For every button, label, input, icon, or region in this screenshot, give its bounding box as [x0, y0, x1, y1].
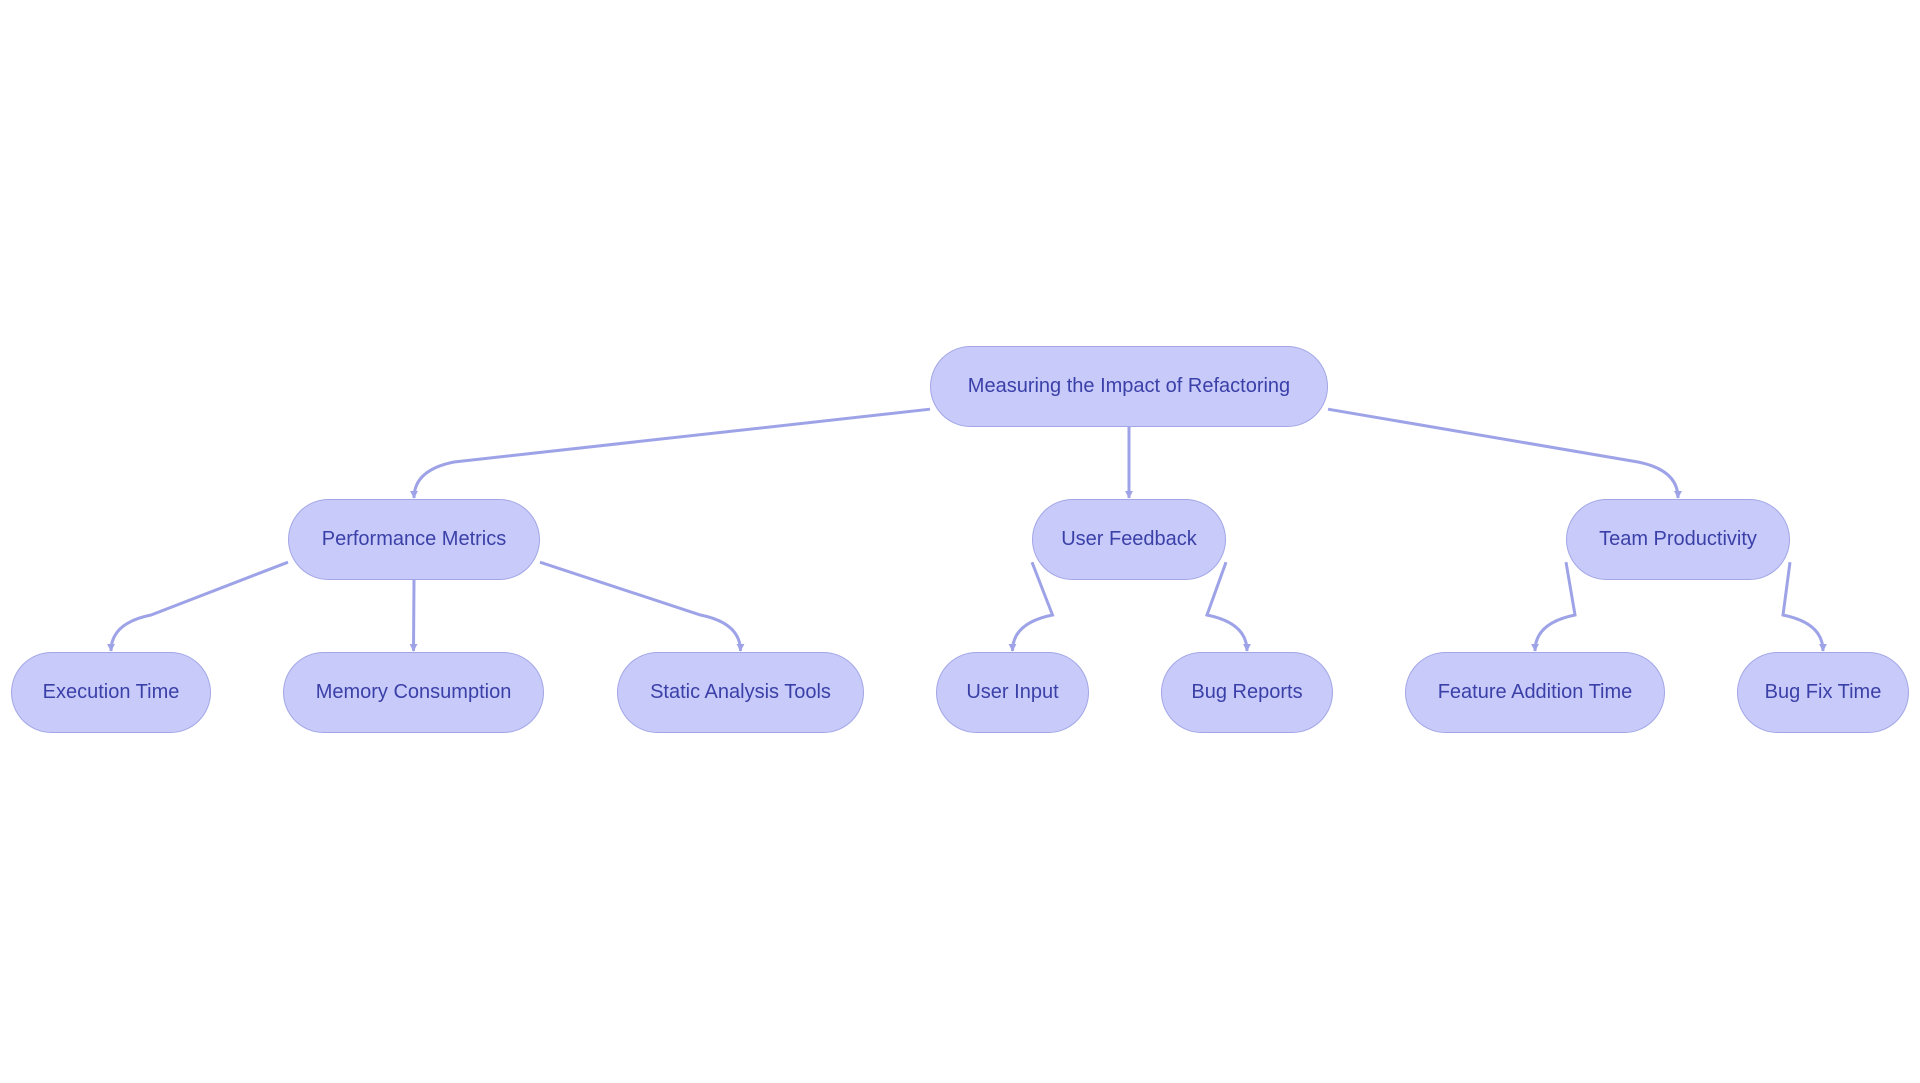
edge-feedback-to-bugrep: [1204, 561, 1251, 652]
node-performance-metrics[interactable]: Performance Metrics: [288, 499, 540, 580]
node-label: Execution Time: [42, 681, 180, 703]
node-bug-reports[interactable]: Bug Reports: [1161, 652, 1333, 733]
node-user-input[interactable]: User Input: [936, 652, 1089, 733]
node-label: Memory Consumption: [315, 681, 512, 703]
edge-root-to-team: [1327, 407, 1682, 499]
edge-feedback-to-input: [1008, 561, 1055, 652]
node-label: Team Productivity: [1599, 528, 1757, 550]
node-execution-time[interactable]: Execution Time: [11, 652, 211, 733]
node-memory-consumption[interactable]: Memory Consumption: [283, 652, 544, 733]
node-label: User Input: [966, 681, 1059, 703]
node-label: Measuring the Impact of Refactoring: [967, 375, 1291, 397]
edge-perf-to-mem: [409, 579, 418, 652]
node-label: User Feedback: [1061, 528, 1197, 550]
edge-root-to-perf: [410, 407, 931, 499]
edge-team-to-feature: [1531, 561, 1577, 652]
node-root[interactable]: Measuring the Impact of Refactoring: [930, 346, 1328, 427]
node-label: Performance Metrics: [321, 528, 507, 550]
node-label: Static Analysis Tools: [650, 681, 831, 703]
node-label: Feature Addition Time: [1437, 681, 1633, 703]
node-team-productivity[interactable]: Team Productivity: [1566, 499, 1790, 580]
edge-team-to-bugfix: [1781, 561, 1827, 652]
node-bug-fix-time[interactable]: Bug Fix Time: [1737, 652, 1909, 733]
edge-perf-to-static: [539, 560, 745, 652]
node-label: Bug Fix Time: [1764, 681, 1882, 703]
edge-perf-to-exec: [107, 560, 289, 652]
node-static-analysis-tools[interactable]: Static Analysis Tools: [617, 652, 864, 733]
node-label: Bug Reports: [1191, 681, 1303, 703]
node-feature-addition-time[interactable]: Feature Addition Time: [1405, 652, 1665, 733]
node-user-feedback[interactable]: User Feedback: [1032, 499, 1226, 580]
